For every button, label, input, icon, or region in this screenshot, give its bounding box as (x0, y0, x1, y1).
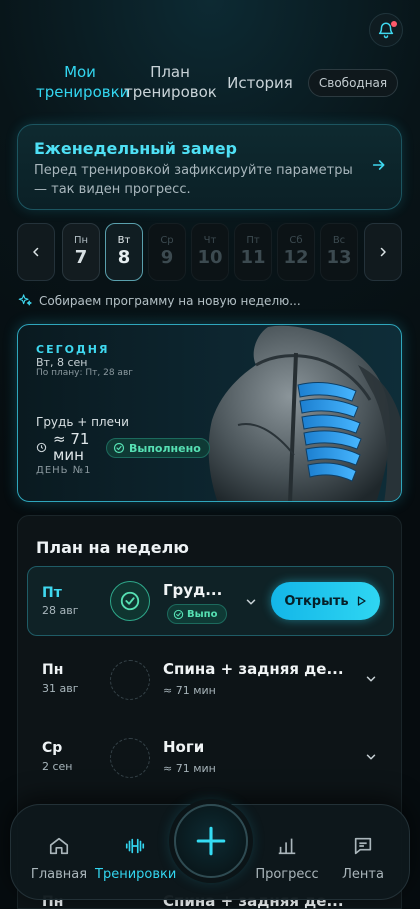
day-name: Чт (203, 235, 217, 246)
nav-feed-label: Лента (342, 867, 384, 882)
plan-workout-name: Спина + задняя де... (163, 660, 344, 678)
sparkle-icon (18, 294, 32, 306)
today-day-number: ДЕНЬ №1 (36, 465, 92, 476)
plan-title: План на неделю (36, 538, 189, 557)
tab-my-workouts[interactable]: Мои тренировки (36, 62, 129, 102)
chevron-right-icon (380, 247, 386, 257)
arrow-right-icon (372, 160, 385, 170)
check-circle-icon (120, 591, 140, 611)
check-circle-icon (113, 442, 125, 454)
day-number: 12 (283, 247, 309, 268)
plan-workout-name: Ноги (163, 738, 205, 756)
chevron-down-icon[interactable] (244, 595, 258, 609)
day-sun[interactable]: Вс 13 (320, 223, 358, 281)
weekly-measurement-card[interactable]: Еженедельный замер Перед тренировкой заф… (17, 124, 402, 210)
day-number: 9 (160, 247, 174, 268)
completed-badge: Выполнено (106, 438, 210, 458)
dumbbell-icon (125, 838, 145, 854)
chart-icon (278, 838, 296, 855)
day-number: 13 (326, 247, 352, 268)
weekly-text: Перед тренировкой зафиксируйте параметры… (34, 163, 353, 197)
day-name: Ср (160, 235, 174, 246)
open-label: Открыть (284, 593, 349, 609)
open-workout-button[interactable]: Открыть (271, 582, 380, 620)
day-tue[interactable]: Вт 8 (105, 223, 143, 281)
pending-indicator (110, 660, 150, 700)
day-number: 7 (74, 247, 88, 268)
day-wed[interactable]: Ср 9 (148, 223, 186, 281)
plan-day: Пн (42, 662, 64, 678)
day-number: 8 (117, 247, 131, 268)
check-circle-icon (173, 609, 184, 619)
plan-day: Пт (42, 585, 62, 601)
chevron-down-icon[interactable] (364, 672, 378, 686)
nav-workouts[interactable]: Тренировки (95, 835, 177, 882)
nav-feed[interactable]: Лента (323, 835, 403, 882)
day-name: Пн (73, 235, 89, 246)
plan-duration: ≈ 71 мин (163, 762, 216, 775)
day-thu[interactable]: Чт 10 (191, 223, 229, 281)
today-plan-date: По плану: Пт, 28 авг (36, 368, 133, 378)
home-icon (49, 837, 69, 855)
plan-duration: ≈ 71 мин (163, 684, 216, 697)
plan-date: 31 авг (42, 682, 79, 695)
duration-value: ≈ 71 мин (53, 430, 90, 464)
plan-date: 2 сен (42, 760, 73, 773)
day-mon[interactable]: Пн 7 (62, 223, 100, 281)
pending-indicator (110, 738, 150, 778)
today-label: СЕГОДНЯ (36, 343, 110, 356)
prev-week-button[interactable] (17, 223, 55, 281)
free-workout-button[interactable]: Свободная (308, 69, 398, 97)
completed-badge: Выпо (167, 604, 227, 624)
nav-progress-label: Прогресс (255, 867, 319, 882)
program-status: Собираем программу на новую неделю... (18, 293, 301, 308)
day-name: Пт (246, 235, 260, 246)
day-number: 10 (197, 247, 223, 268)
today-workout-card[interactable]: СЕГОДНЯ Вт, 8 сен По плану: Пт, 28 авг Г… (17, 324, 402, 502)
day-name: Сб (289, 235, 303, 246)
tab-workout-plan[interactable]: План тренировок (124, 62, 217, 102)
clock-icon (36, 442, 47, 452)
completed-label: Выпо (187, 608, 218, 620)
day-name: Вт (117, 235, 131, 246)
day-number: 11 (240, 247, 266, 268)
add-workout-button[interactable] (174, 804, 248, 878)
today-workout-name: Грудь + плечи (36, 415, 129, 429)
nav-progress[interactable]: Прогресс (247, 835, 327, 882)
next-week-button[interactable] (364, 223, 402, 281)
play-icon (357, 596, 366, 606)
plus-icon (196, 826, 226, 856)
feed-icon (354, 837, 372, 855)
day-name: Вс (332, 235, 346, 246)
completed-label: Выполнено (129, 441, 201, 455)
program-note-text: Собираем программу на новую неделю... (39, 293, 301, 308)
plan-date: 28 авг (42, 604, 79, 617)
nav-workouts-label: Тренировки (95, 867, 177, 882)
bottom-navigation: Главная Тренировки Прогресс Лента (10, 804, 410, 900)
notification-dot (391, 21, 397, 27)
nav-home[interactable]: Главная (19, 835, 99, 882)
completed-indicator (110, 581, 150, 621)
nav-home-label: Главная (30, 867, 88, 882)
chevron-down-icon[interactable] (364, 750, 378, 764)
day-fri[interactable]: Пт 11 (234, 223, 272, 281)
chevron-left-icon (33, 247, 39, 257)
day-sat[interactable]: Сб 12 (277, 223, 315, 281)
plan-row[interactable]: Пт 28 авг Груд... Выпо Открыть (27, 566, 394, 636)
plan-workout-name: Груд... (163, 581, 223, 599)
plan-day: Ср (42, 740, 63, 756)
plan-row[interactable]: Ср 2 сен Ноги ≈ 71 мин (18, 722, 403, 794)
tab-history[interactable]: История (222, 73, 298, 93)
muscle-illustration (208, 325, 401, 501)
notifications-button[interactable] (369, 13, 403, 47)
weekly-title: Еженедельный замер (34, 139, 237, 158)
plan-row[interactable]: Пн 31 авг Спина + задняя де... ≈ 71 мин (18, 644, 403, 716)
today-duration: ≈ 71 мин (36, 431, 105, 463)
